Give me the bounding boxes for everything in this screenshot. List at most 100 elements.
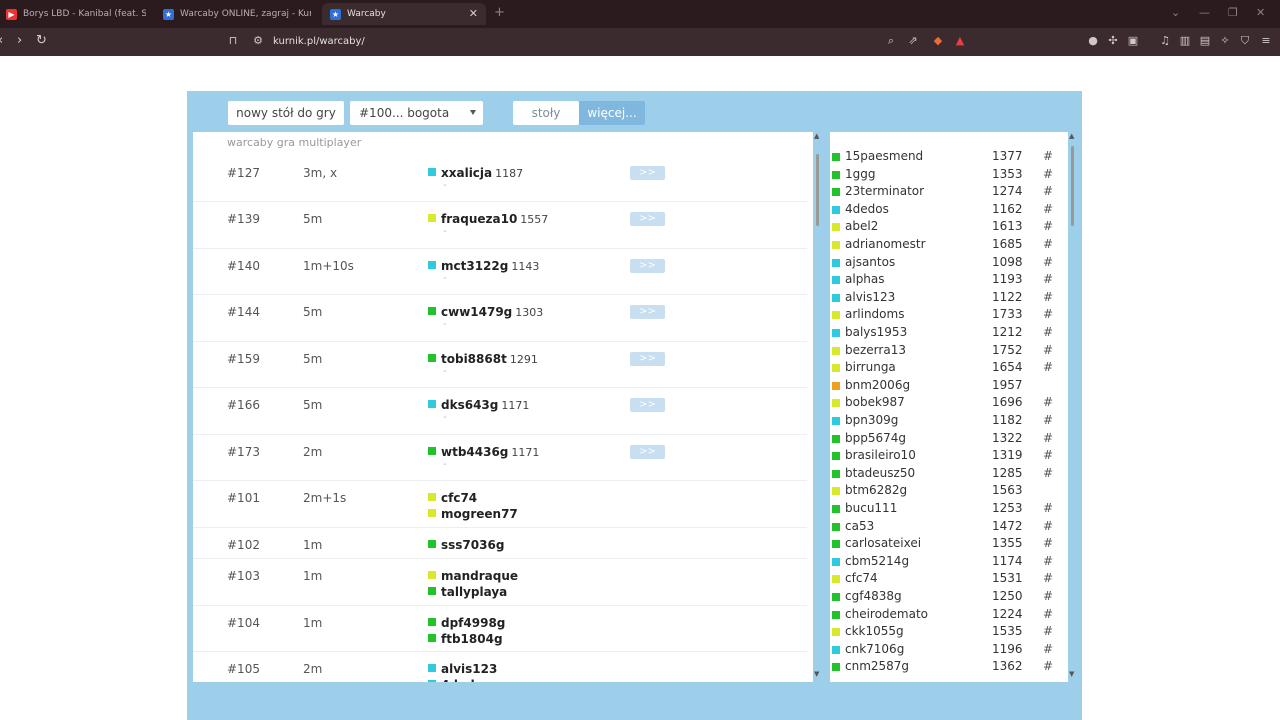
tab-more[interactable]: więcej... [579,101,645,125]
player-table-link[interactable]: # [1043,307,1053,321]
vpn-icon[interactable]: ⛉ [1239,35,1251,47]
maximize-icon[interactable]: ❐ [1228,6,1238,19]
scroll-thumb[interactable] [1071,146,1074,226]
player-list-item[interactable]: 4dedos 1162 # [830,202,1068,219]
player-list-item[interactable]: bnm2006g 1957 [830,378,1068,395]
site-info-icon[interactable]: ⚙ [252,35,264,47]
tables-scrollbar[interactable]: ▲ ▼ [813,132,823,682]
player-entry[interactable]: dpf4998g [428,616,505,630]
player-list-item[interactable]: bpn309g 1182 # [830,413,1068,430]
table-row[interactable]: #139 5m fraqueza10 1557- >> [193,202,807,249]
window-close-icon[interactable]: ✕ [1256,6,1265,19]
player-list-item[interactable]: ckk1055g 1535 # [830,624,1068,641]
player-list-item[interactable]: brasileiro10 1319 # [830,448,1068,465]
screenshot-icon[interactable]: ▣ [1127,35,1139,47]
player-table-link[interactable]: # [1043,659,1053,673]
join-table-button[interactable]: >> [630,352,665,366]
scroll-up-icon[interactable]: ▲ [1069,132,1074,140]
player-list-item[interactable]: cgf4838g 1250 # [830,589,1068,606]
menu-icon[interactable]: ≡ [1260,35,1272,47]
table-row[interactable]: #166 5m dks643g 1171- >> [193,388,807,435]
zoom-icon[interactable]: ⌕ [885,35,897,47]
player-list-item[interactable]: bobek987 1696 # [830,395,1068,412]
player-list-item[interactable]: alphas 1193 # [830,272,1068,289]
table-row[interactable]: #101 2m+1s cfc74 mogreen77 [193,481,807,528]
player-list-item[interactable]: arlindoms 1733 # [830,307,1068,324]
player-table-link[interactable]: # [1043,255,1053,269]
table-row[interactable]: #102 1m sss7036g [193,528,807,559]
player-table-link[interactable]: # [1043,571,1053,585]
join-table-button[interactable]: >> [630,445,665,459]
puzzle-icon[interactable]: ✣ [1107,35,1119,47]
player-entry[interactable]: mogreen77 [428,507,518,521]
player-table-link[interactable]: # [1043,343,1053,357]
player-table-link[interactable]: # [1043,237,1053,251]
bookmark-icon[interactable]: ⊓ [227,35,239,47]
player-table-link[interactable]: # [1043,325,1053,339]
music-icon[interactable]: ♫ [1159,35,1171,47]
player-entry[interactable]: mandraque [428,569,518,583]
player-table-link[interactable]: # [1043,167,1053,181]
new-table-button[interactable]: nowy stół do gry [228,101,344,125]
player-list-item[interactable]: abel2 1613 # [830,219,1068,236]
player-table-link[interactable]: # [1043,219,1053,233]
player-table-link[interactable]: # [1043,642,1053,656]
player-table-link[interactable]: # [1043,149,1053,163]
forward-icon[interactable]: › [17,33,22,48]
player-table-link[interactable]: # [1043,360,1053,374]
browser-tab[interactable]: ▶ Borys LBD - Kanibal (feat. Simon... [6,3,146,25]
player-table-link[interactable]: # [1043,589,1053,603]
player-table-link[interactable]: # [1043,431,1053,445]
player-list-item[interactable]: ca53 1472 # [830,519,1068,536]
player-entry[interactable]: tallyplaya [428,585,507,599]
table-row[interactable]: #104 1m dpf4998g ftb1804g [193,606,807,652]
table-row[interactable]: #173 2m wtb4436g 1171- >> [193,435,807,481]
player-entry[interactable]: cfc74 [428,491,477,505]
table-row[interactable]: #144 5m cww1479g 1303- >> [193,295,807,342]
wallet-icon[interactable]: ▤ [1199,35,1211,47]
player-list-item[interactable]: ajsantos 1098 # [830,255,1068,272]
share-icon[interactable]: ⇗ [907,35,919,47]
player-table-link[interactable]: # [1043,202,1053,216]
scroll-down-icon[interactable]: ▼ [1069,670,1074,678]
join-table-button[interactable]: >> [630,398,665,412]
join-table-button[interactable]: >> [630,259,665,273]
player-list-item[interactable]: bezerra13 1752 # [830,343,1068,360]
player-list-item[interactable]: cheirodemato 1224 # [830,607,1068,624]
player-list-item[interactable]: cnm2587g 1362 # [830,659,1068,676]
new-tab-icon[interactable]: + [494,5,505,20]
player-entry[interactable]: xxalicja 1187 [428,166,523,180]
player-table-link[interactable]: # [1043,607,1053,621]
player-list-item[interactable]: cbm5214g 1174 # [830,554,1068,571]
player-entry[interactable]: alvis123 [428,662,497,676]
close-tab-icon[interactable]: ✕ [469,7,478,20]
rewards-icon[interactable]: ▲ [954,35,966,47]
player-entry[interactable]: tobi8868t 1291 [428,352,538,366]
player-table-link[interactable]: # [1043,501,1053,515]
table-row[interactable]: #103 1m mandraque tallyplaya [193,559,807,606]
table-row[interactable]: #159 5m tobi8868t 1291- >> [193,342,807,388]
player-entry[interactable]: fraqueza10 1557 [428,212,548,226]
browser-tab[interactable]: ★ Warcaby ONLINE, zagraj - Kurnik [163,3,311,25]
players-scrollbar[interactable]: ▲ ▼ [1068,132,1078,682]
player-entry[interactable]: dks643g 1171 [428,398,529,412]
reload-icon[interactable]: ↻ [36,33,47,48]
player-entry[interactable]: 4dedos [428,678,490,682]
player-entry[interactable]: ftb1804g [428,632,503,646]
minimize-icon[interactable]: — [1199,6,1210,19]
player-list-item[interactable]: cfc74 1531 # [830,571,1068,588]
tab-tables[interactable]: stoły [513,101,579,125]
join-table-button[interactable]: >> [630,305,665,319]
table-row[interactable]: #105 2m alvis123 4dedos [193,652,807,682]
scroll-down-icon[interactable]: ▼ [814,670,819,678]
table-row[interactable]: #140 1m+10s mct3122g 1143- >> [193,249,807,295]
player-table-link[interactable]: # [1043,184,1053,198]
player-list-item[interactable]: alvis123 1122 # [830,290,1068,307]
browser-tab-active[interactable]: ★ Warcaby ✕ [322,3,486,25]
scroll-up-icon[interactable]: ▲ [814,132,819,140]
player-entry[interactable]: wtb4436g 1171 [428,445,539,459]
player-list-item[interactable]: 1ggg 1353 # [830,167,1068,184]
scroll-thumb[interactable] [816,154,819,226]
tab-search-chevron-icon[interactable]: ⌄ [1171,6,1180,19]
player-table-link[interactable]: # [1043,466,1053,480]
